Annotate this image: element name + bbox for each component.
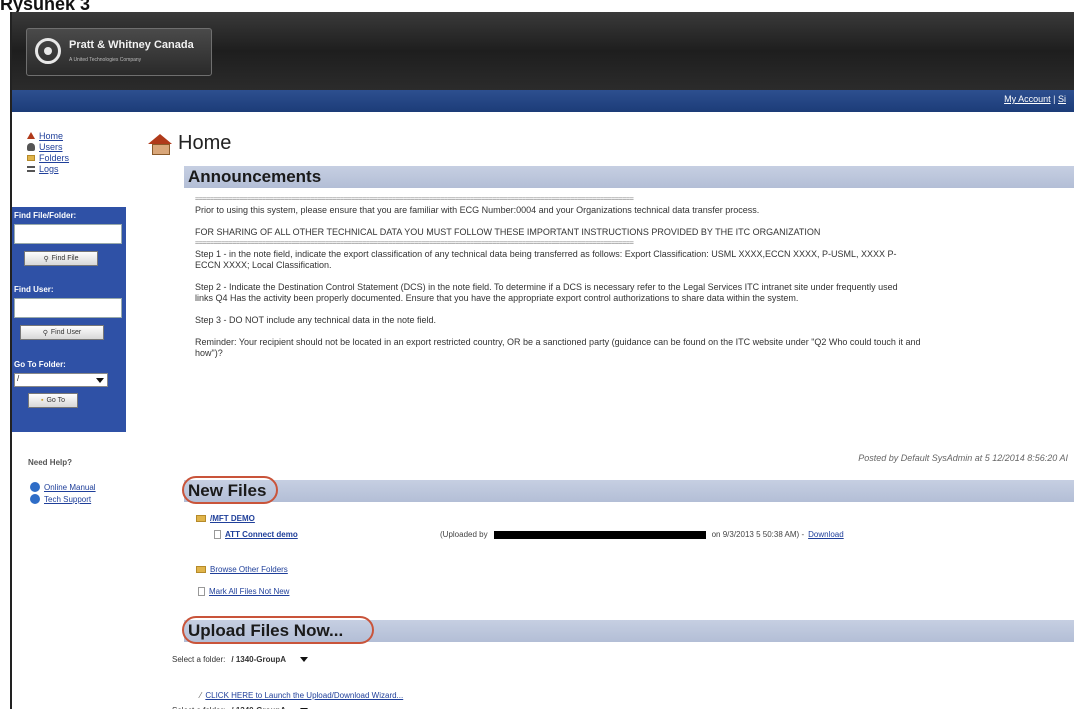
header-bar: Pratt & Whitney Canada A United Technolo…: [12, 12, 1074, 90]
page-title: Home: [148, 132, 231, 155]
nav-separator: |: [1053, 94, 1056, 104]
new-files-header: New Files: [184, 480, 1074, 502]
file-icon: [198, 587, 205, 596]
find-user-label: Find User:: [14, 285, 54, 294]
folder-link[interactable]: /MFT DEMO: [210, 514, 255, 523]
sidebar-item-label: Home: [39, 130, 64, 141]
find-user-button[interactable]: ⚲ Find User: [20, 325, 104, 340]
upload-folder-select-row[interactable]: Select a folder: / 1340-GroupA: [172, 655, 309, 664]
go-to-folder-value: /: [17, 374, 20, 383]
find-file-button-label: Find File: [51, 255, 79, 262]
go-to-button[interactable]: ▪ Go To: [28, 393, 78, 408]
announcement-text: Step 2 - Indicate the Destination Contro…: [195, 282, 898, 303]
find-file-label: Find File/Folder:: [14, 211, 77, 220]
announcement-text: Prior to using this system, please ensur…: [195, 205, 760, 215]
file-link[interactable]: ATT Connect demo: [225, 530, 298, 539]
file-upload-info: (Uploaded by on 9/3/2013 5 50:38 AM) - D…: [440, 530, 844, 539]
page-title-text: Home: [178, 132, 232, 154]
search-icon: ⚲: [42, 329, 48, 337]
download-link[interactable]: Download: [808, 530, 844, 539]
brand-name: Pratt & Whitney Canada: [69, 39, 194, 51]
sidebar-nav: Home Users Folders Logs: [27, 130, 69, 174]
nav-bar: My Account | Si: [12, 90, 1074, 112]
nav-links: My Account | Si: [1004, 94, 1066, 104]
help-icon: [30, 494, 40, 504]
app-window: Pratt & Whitney Canada A United Technolo…: [10, 12, 1074, 709]
my-account-link[interactable]: My Account: [1004, 94, 1051, 104]
find-file-input[interactable]: [14, 224, 122, 244]
online-manual-link[interactable]: Online Manual: [30, 482, 96, 492]
go-to-button-label: Go To: [46, 397, 66, 404]
redaction-bar: [493, 530, 706, 539]
main-content: Home Announcements =====================…: [148, 124, 1074, 709]
select-folder-label: Select a folder:: [172, 655, 226, 664]
sidebar-item-folders[interactable]: Folders: [27, 152, 69, 163]
folder-icon: [27, 154, 35, 161]
announcements-title: Announcements: [188, 167, 322, 186]
folder-icon: [196, 566, 206, 573]
file-icon: [214, 530, 221, 539]
upload-wizard-link[interactable]: CLICK HERE to Launch the Upload/Download…: [205, 691, 403, 700]
wizard-row[interactable]: ⁄ CLICK HERE to Launch the Upload/Downlo…: [200, 691, 403, 700]
highlight-circle: [182, 616, 374, 644]
brand-logo[interactable]: Pratt & Whitney Canada A United Technolo…: [26, 28, 212, 76]
chevron-down-icon[interactable]: [300, 657, 309, 662]
uploaded-by-text: (Uploaded by: [440, 530, 488, 539]
nav-link-sign[interactable]: Si: [1058, 94, 1066, 104]
help-icon: [30, 482, 40, 492]
search-panel: Find File/Folder: ⚲ Find File Find User:…: [12, 207, 126, 432]
sidebar-item-label: Users: [39, 141, 63, 152]
sidebar-item-users[interactable]: Users: [27, 141, 69, 152]
logo-icon: [35, 38, 61, 64]
wand-icon: ⁄: [200, 691, 202, 700]
mark-all-row[interactable]: Mark All Files Not New: [198, 587, 289, 596]
sidebar: Home Users Folders Logs Find File/Folder…: [12, 112, 126, 709]
sidebar-item-label: Folders: [39, 152, 70, 163]
divider-line: ========================================…: [195, 239, 634, 247]
online-manual-label: Online Manual: [44, 482, 96, 492]
tech-support-label: Tech Support: [44, 494, 92, 504]
search-icon: ⚲: [43, 255, 49, 263]
announcement-text: FOR SHARING OF ALL OTHER TECHNICAL DATA …: [195, 227, 821, 237]
sidebar-item-logs[interactable]: Logs: [27, 163, 69, 174]
tech-support-link[interactable]: Tech Support: [30, 494, 91, 504]
sidebar-item-label: Logs: [39, 163, 59, 174]
folder-row[interactable]: /MFT DEMO: [196, 514, 255, 523]
browse-other-row[interactable]: Browse Other Folders: [196, 565, 288, 574]
chevron-down-icon: [96, 378, 104, 383]
announcement-body: ========================================…: [195, 194, 1074, 359]
announcement-text: Reminder: Your recipient should not be l…: [195, 337, 921, 358]
uploaded-on-text: on 9/3/2013 5 50:38 AM) -: [711, 530, 805, 539]
mark-all-not-new-link[interactable]: Mark All Files Not New: [209, 587, 289, 596]
announcement-text: Step 1 - in the note field, indicate the…: [195, 249, 897, 270]
folder-icon: [196, 515, 206, 522]
users-icon: [27, 142, 35, 151]
sidebar-item-home[interactable]: Home: [27, 130, 69, 141]
folder-icon: ▪: [40, 397, 44, 404]
posted-by: Posted by Default SysAdmin at 5 12/2014 …: [858, 453, 1068, 463]
go-to-folder-label: Go To Folder:: [14, 360, 66, 369]
select-folder-value[interactable]: / 1340-GroupA: [231, 655, 286, 664]
brand-subtitle: A United Technologies Company: [69, 57, 142, 63]
home-icon: [148, 133, 172, 155]
find-user-button-label: Find User: [50, 329, 82, 336]
file-row: ATT Connect demo: [214, 530, 298, 539]
home-icon: [27, 132, 35, 139]
find-file-button[interactable]: ⚲ Find File: [24, 251, 98, 266]
need-help-heading: Need Help?: [28, 458, 73, 467]
announcement-text: Step 3 - DO NOT include any technical da…: [195, 315, 436, 325]
divider-line: ========================================…: [195, 195, 634, 203]
highlight-circle: [182, 476, 278, 504]
find-user-input[interactable]: [14, 298, 122, 318]
announcements-header: Announcements: [184, 166, 1074, 188]
logs-icon: [27, 165, 35, 172]
browse-other-folders-link[interactable]: Browse Other Folders: [210, 565, 288, 574]
go-to-folder-select[interactable]: /: [14, 373, 108, 387]
